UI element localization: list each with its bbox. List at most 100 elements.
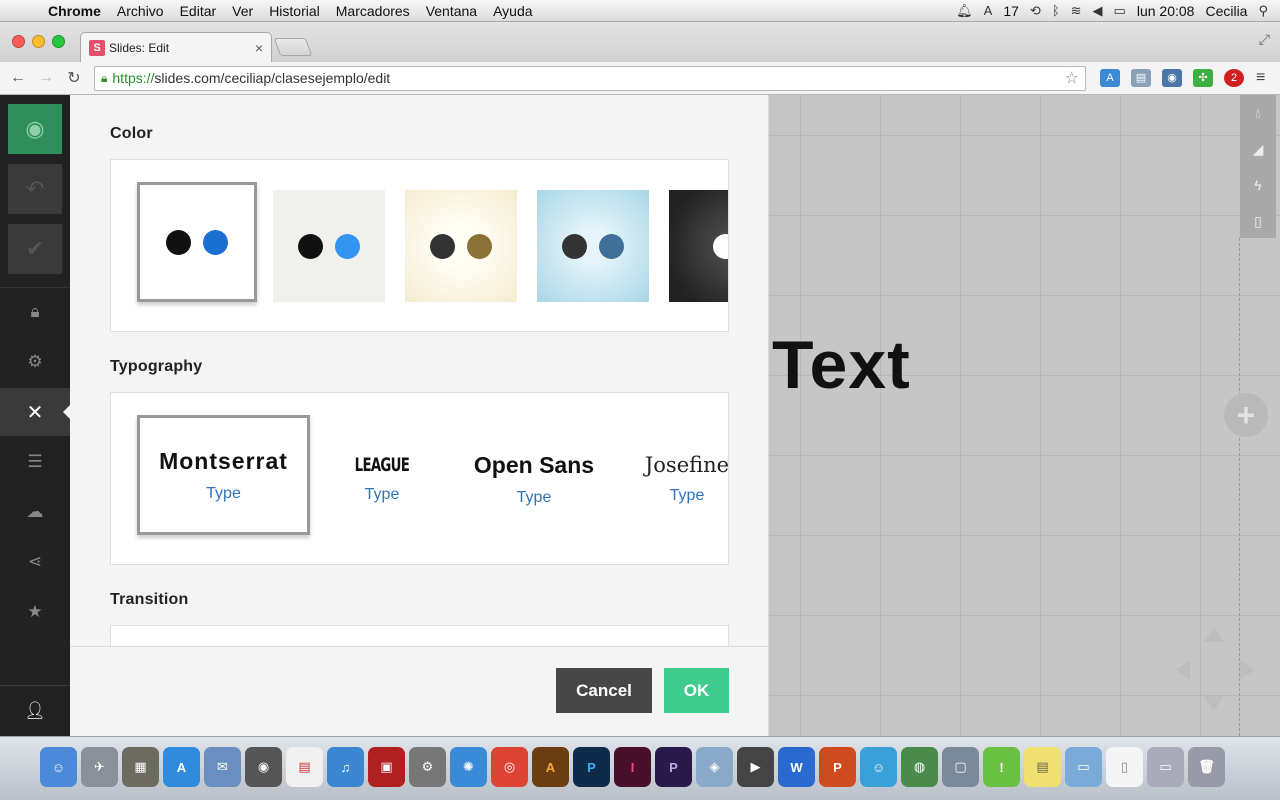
book-icon[interactable]: ▯	[1240, 203, 1276, 239]
menu-ayuda[interactable]: Ayuda	[485, 3, 540, 19]
nav-right-icon[interactable]	[1240, 660, 1254, 680]
menu-historial[interactable]: Historial	[261, 3, 328, 19]
menu-marcadores[interactable]: Marcadores	[328, 3, 418, 19]
cloud-icon[interactable]: ☁	[0, 488, 70, 536]
back-arrow-icon[interactable]: ←	[4, 69, 32, 87]
clock[interactable]: lun 20:08	[1137, 3, 1195, 19]
menu-archivo[interactable]: Archivo	[109, 3, 172, 19]
chrome-icon[interactable]: ◎	[491, 747, 528, 787]
lock-icon[interactable]: 🔒︎	[0, 287, 70, 335]
indesign-icon[interactable]: I	[614, 747, 651, 787]
star-icon[interactable]: ★	[0, 588, 70, 636]
messenger-icon[interactable]: ☺	[860, 747, 897, 787]
add-slide-icon[interactable]: +	[1224, 393, 1268, 437]
menu-ver[interactable]: Ver	[224, 3, 261, 19]
undo-icon[interactable]: ↶	[8, 164, 62, 214]
chart-icon[interactable]: ◢	[1240, 131, 1276, 167]
menu-app-name[interactable]: Chrome	[40, 3, 109, 19]
bluetooth-icon[interactable]: ᛒ	[1052, 3, 1060, 18]
swatch-dot	[599, 233, 624, 259]
camera-extension-icon[interactable]: ◉	[1162, 69, 1182, 87]
network-icon[interactable]: ◍	[901, 747, 938, 787]
nav-left-icon[interactable]	[1176, 660, 1190, 680]
app-store-icon[interactable]: A	[163, 747, 200, 787]
bookmark-star-icon[interactable]: ☆	[1065, 68, 1079, 88]
tab-close-icon[interactable]: ×	[255, 40, 263, 56]
slide-text-block[interactable]: Text	[772, 326, 911, 404]
green-extension-icon[interactable]: ✣	[1193, 69, 1213, 87]
notification-icon[interactable]: 🔔︎	[956, 3, 973, 19]
adobe-icon[interactable]: A	[984, 3, 993, 18]
window-icon[interactable]: ▭	[1147, 747, 1184, 787]
powerpoint-icon[interactable]: P	[819, 747, 856, 787]
photoshop-icon[interactable]: P	[573, 747, 610, 787]
color-swatch-cream[interactable]	[405, 190, 517, 302]
window-zoom-button[interactable]	[52, 35, 65, 48]
battery-icon[interactable]: ▭	[1114, 3, 1126, 19]
gear-icon[interactable]: ⚙	[0, 338, 70, 386]
typeface-league[interactable]: LEAGUE Type	[331, 423, 433, 535]
typeface-montserrat[interactable]: Montserrat Type	[137, 415, 310, 535]
document-icon[interactable]: ▯	[1106, 747, 1143, 787]
nav-up-icon[interactable]	[1204, 628, 1224, 642]
evernote-icon[interactable]: !	[983, 747, 1020, 787]
drop-icon[interactable]: 💧︎	[1240, 95, 1276, 131]
share-icon[interactable]: ⋖	[0, 538, 70, 586]
color-swatch-white-blue[interactable]	[137, 182, 257, 302]
layers-icon[interactable]: ☰	[0, 438, 70, 486]
folder-icon[interactable]: ▭	[1065, 747, 1102, 787]
eye-icon[interactable]: ◉	[8, 104, 62, 154]
color-section-title: Color	[110, 125, 153, 142]
wifi-icon[interactable]: ≋	[1071, 3, 1082, 19]
stickies-icon[interactable]: ▤	[1024, 747, 1061, 787]
finder-icon[interactable]: ☺	[40, 747, 77, 787]
browser-tab[interactable]: S Slides: Edit ×	[80, 32, 272, 62]
spotlight-icon[interactable]: ⚲	[1258, 3, 1268, 19]
address-bar[interactable]: 🔒︎ https:// slides.com/ceciliap/clasesej…	[94, 65, 1086, 91]
trash-icon[interactable]: 🗑︎	[1188, 747, 1225, 787]
launchpad-icon[interactable]: ✈	[81, 747, 118, 787]
nav-down-icon[interactable]	[1204, 696, 1224, 710]
window-close-button[interactable]	[12, 35, 25, 48]
facetime-icon[interactable]: ◉	[245, 747, 282, 787]
close-icon[interactable]: ✕	[0, 388, 70, 436]
fullscreen-icon[interactable]: ⤢	[1259, 31, 1270, 48]
translate-extension-icon[interactable]: A	[1100, 69, 1120, 87]
menu-ventana[interactable]: Ventana	[418, 3, 485, 19]
lightning-icon[interactable]: ϟ	[1240, 167, 1276, 203]
calendar-icon[interactable]: ▤	[286, 747, 323, 787]
ok-button[interactable]: OK	[664, 668, 729, 713]
photos-icon[interactable]: ▦	[122, 747, 159, 787]
illustrator-icon[interactable]: A	[532, 747, 569, 787]
typeface-open-sans[interactable]: Open Sans Type	[461, 423, 607, 535]
url-scheme: https://	[112, 70, 155, 86]
checkmark-icon[interactable]: ✔	[8, 224, 62, 274]
new-tab-button[interactable]	[273, 38, 313, 56]
system-preferences-icon[interactable]: ⚙	[409, 747, 446, 787]
menu-editar[interactable]: Editar	[172, 3, 225, 19]
extension-icon[interactable]: ▤	[1131, 69, 1151, 87]
color-swatch-dark[interactable]	[669, 190, 728, 302]
color-swatch-light-grey[interactable]	[273, 190, 385, 302]
color-swatch-sky-blue[interactable]	[537, 190, 649, 302]
video-editor-icon[interactable]: ▶	[737, 747, 774, 787]
reload-icon[interactable]: ↻	[60, 68, 88, 88]
adblock-extension-icon[interactable]: 2	[1224, 69, 1244, 87]
preview-icon[interactable]: ◈	[696, 747, 733, 787]
window-minimize-button[interactable]	[32, 35, 45, 48]
cancel-button[interactable]: Cancel	[556, 668, 652, 713]
itunes-icon[interactable]: ♫	[327, 747, 364, 787]
word-icon[interactable]: W	[778, 747, 815, 787]
safari-icon[interactable]: ✺	[450, 747, 487, 787]
remote-desktop-icon[interactable]: ▢	[942, 747, 979, 787]
volume-icon[interactable]: ◀︎	[1093, 3, 1103, 19]
user-icon[interactable]: 👤︎	[0, 685, 70, 736]
forward-arrow-icon[interactable]: →	[32, 69, 60, 87]
chrome-menu-icon[interactable]: ≡	[1256, 69, 1265, 87]
typeface-josefine[interactable]: Josefine Type	[639, 423, 728, 535]
premiere-icon[interactable]: P	[655, 747, 692, 787]
photo-booth-icon[interactable]: ▣	[368, 747, 405, 787]
user-name[interactable]: Cecilia	[1205, 3, 1247, 19]
mail-icon[interactable]: ✉	[204, 747, 241, 787]
time-machine-icon[interactable]: ⟲	[1030, 3, 1041, 19]
